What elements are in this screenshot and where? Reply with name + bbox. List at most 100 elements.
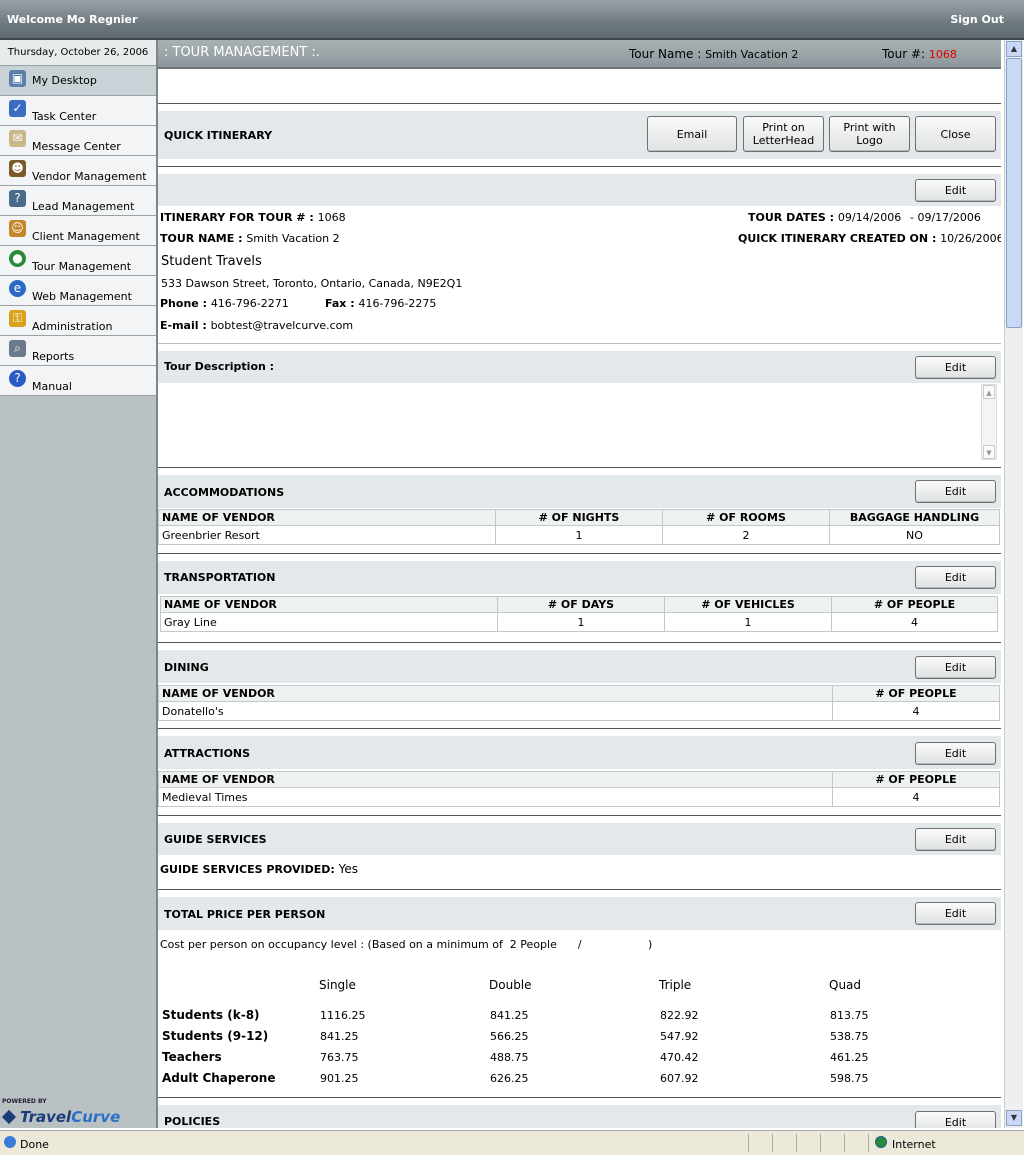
scroll-down-icon[interactable]: ▼ [983,445,995,459]
sidebar-item-administration[interactable]: ⚿ Administration [0,306,156,336]
tour-date-from: 09/14/2006 [837,211,902,224]
print-letterhead-button[interactable]: Print on LetterHead [743,116,824,152]
table-row: Greenbrier Resort 1 2 NO [158,525,1000,545]
sidebar-item-label: Administration [32,320,113,333]
price-cell: 607.92 [660,1072,699,1085]
status-divider [844,1134,845,1152]
email-value: bobtest@travelcurve.com [210,319,354,332]
dining-table: NAME OF VENDOR # OF PEOPLE Donatello's 4 [158,685,1000,721]
sidebar-item-label: Task Center [32,110,97,123]
globe-icon [875,1136,887,1148]
lead-icon: ? [9,190,26,207]
transportation-table: NAME OF VENDOR # OF DAYS # OF VEHICLES #… [160,596,998,632]
divider [158,553,1001,554]
powered-by-text: POWERED BY [2,1098,47,1105]
sidebar-item-web-management[interactable]: e Web Management [0,276,156,306]
scroll-up-icon[interactable]: ▲ [983,385,995,399]
column-header: NAME OF VENDOR [158,685,833,702]
guide-services-title: GUIDE SERVICES [164,833,267,846]
price-cell: 763.75 [320,1051,359,1064]
price-column-header: Triple [659,978,692,992]
divider [158,166,1001,167]
sidebar-item-my-desktop[interactable]: ▣ My Desktop [0,66,156,96]
transportation-edit-button[interactable]: Edit [915,566,996,589]
sidebar-item-lead-management[interactable]: ? Lead Management [0,186,156,216]
magnifier-icon: ⌕ [9,340,26,357]
desktop-icon: ▣ [9,70,26,87]
sidebar-item-manual[interactable]: ? Manual [0,366,156,396]
price-cell: 841.25 [320,1030,359,1043]
table-cell: 4 [831,612,998,632]
column-header: NAME OF VENDOR [158,509,496,526]
transportation-title: TRANSPORTATION [164,571,276,584]
page-icon [4,1136,16,1148]
sign-out-link[interactable]: Sign Out [950,13,1004,26]
scroll-down-icon[interactable]: ▼ [1006,1110,1022,1126]
dining-edit-button[interactable]: Edit [915,656,996,679]
tour-number-value: 1068 [928,48,957,61]
page-scrollbar[interactable]: ▲ ▼ [1004,40,1023,1128]
close-button[interactable]: Close [915,116,996,152]
scroll-up-icon[interactable]: ▲ [1006,41,1022,57]
table-row: Gray Line 1 1 4 [160,612,998,632]
sidebar: Thursday, October 26, 2006 ▣ My Desktop ✓… [0,40,159,1128]
tour-number-display: Tour #: 1068 [882,47,957,61]
sidebar-item-tour-management[interactable]: ● Tour Management [0,246,156,276]
column-header: # OF PEOPLE [832,771,1000,788]
accommodations-edit-button[interactable]: Edit [915,480,996,503]
price-row-label: Adult Chaperone [162,1071,276,1085]
price-column-header: Double [489,978,532,992]
price-cell: 470.42 [660,1051,699,1064]
sidebar-item-label: Client Management [32,230,140,243]
status-text: Done [20,1138,49,1151]
price-row-label: Teachers [162,1050,222,1064]
section-title: : TOUR MANAGEMENT :. [164,45,320,60]
sidebar-item-reports[interactable]: ⌕ Reports [0,336,156,366]
sidebar-item-client-management[interactable]: ☺ Client Management [0,216,156,246]
itinerary-edit-button[interactable]: Edit [915,179,996,202]
attractions-header: ATTRACTIONS [158,736,1001,769]
sidebar-item-label: Reports [32,350,75,363]
attractions-edit-button[interactable]: Edit [915,742,996,765]
scroll-thumb[interactable] [1006,58,1022,328]
column-header: NAME OF VENDOR [158,771,833,788]
print-logo-line1: Print with [843,121,896,134]
divider [158,728,1001,729]
price-cell: 901.25 [320,1072,359,1085]
table-cell: 4 [832,701,1000,721]
security-zone: Internet [892,1138,936,1151]
fax-label: Fax : [325,297,359,310]
tour-name-field-label: TOUR NAME : [160,232,247,245]
table-row: Donatello's 4 [158,701,1000,721]
sidebar-item-label: My Desktop [32,74,97,87]
sidebar-item-vendor-management[interactable]: ☻ Vendor Management [0,156,156,186]
status-divider [772,1134,773,1152]
table-cell: Medieval Times [158,787,833,807]
tour-dates-label: TOUR DATES : [748,211,838,224]
guide-services-edit-button[interactable]: Edit [915,828,996,851]
description-edit-button[interactable]: Edit [915,356,996,379]
sidebar-item-label: Message Center [32,140,121,153]
description-scrollbar[interactable]: ▲ ▼ [981,384,997,460]
status-divider [796,1134,797,1152]
sidebar-item-task-center[interactable]: ✓ Task Center [0,96,156,126]
tour-description-textarea[interactable]: ▲ ▼ [158,384,1001,460]
tour-name-display: Tour Name : Smith Vacation 2 [629,47,798,61]
table-cell: Greenbrier Resort [158,525,496,545]
price-cell: 598.75 [830,1072,869,1085]
status-divider [868,1134,869,1152]
email-button[interactable]: Email [647,116,737,152]
envelope-icon: ✉ [9,130,26,147]
price-row-label: Students (k-8) [162,1008,260,1022]
table-cell: 1 [664,612,832,632]
sidebar-date: Thursday, October 26, 2006 [0,40,156,66]
print-logo-button[interactable]: Print with Logo [829,116,910,152]
status-divider [748,1134,749,1152]
sidebar-item-message-center[interactable]: ✉ Message Center [0,126,156,156]
print-letterhead-line2: LetterHead [752,134,815,147]
sidebar-item-label: Manual [32,380,72,393]
policies-edit-button[interactable]: Edit [915,1111,996,1128]
created-on-label: QUICK ITINERARY CREATED ON : [738,232,941,245]
price-edit-button[interactable]: Edit [915,902,996,925]
task-icon: ✓ [9,100,26,117]
